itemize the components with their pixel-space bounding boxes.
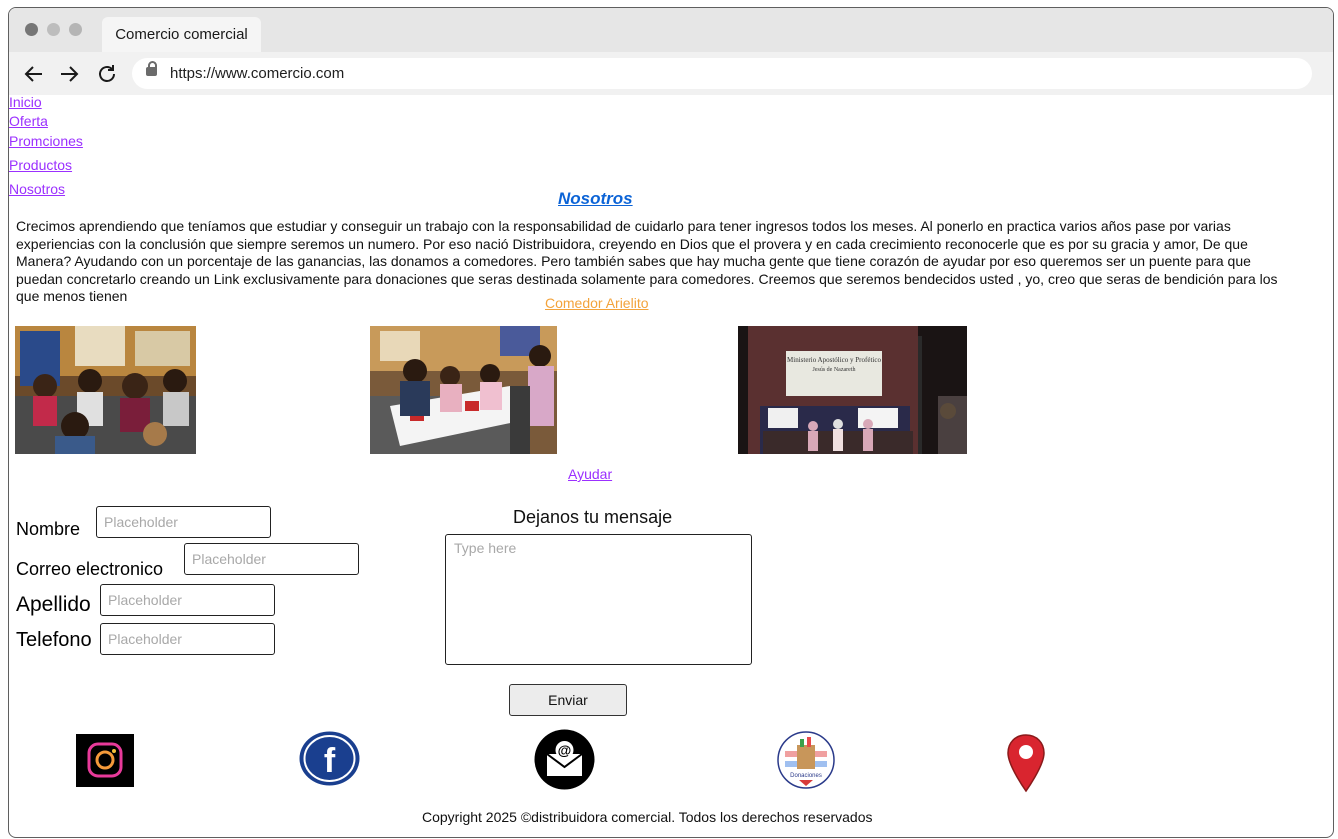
donaciones-text: Donaciones: [790, 773, 822, 779]
section-title: Nosotros: [558, 189, 633, 208]
church-sign-text: Ministerio Apostólico y Profético: [787, 356, 881, 364]
location-icon[interactable]: [1006, 733, 1046, 798]
svg-text:f: f: [324, 742, 336, 780]
menu-item-nosotros[interactable]: Nosotros: [9, 181, 65, 197]
svg-text:@: @: [558, 742, 572, 758]
facebook-icon[interactable]: f: [298, 730, 361, 792]
children-eating-photo: [15, 326, 196, 454]
about-paragraph: Crecimos aprendiendo que teníamos que es…: [16, 218, 1278, 305]
nombre-label: Nombre: [16, 519, 81, 539]
email-icon[interactable]: @: [534, 729, 595, 795]
telefono-input[interactable]: [100, 623, 275, 655]
apellido-input[interactable]: [100, 584, 275, 616]
back-arrow-icon[interactable]: [22, 62, 46, 86]
minimize-window-dot[interactable]: [47, 23, 60, 36]
tab-bar: Comercio comercial: [9, 8, 1333, 52]
maximize-window-dot[interactable]: [69, 23, 82, 36]
footer-copyright: Copyright 2025 ©distribuidora comercial.…: [422, 809, 873, 825]
send-button[interactable]: Enviar: [509, 684, 627, 716]
address-bar-row: https://www.comercio.com: [9, 52, 1333, 95]
lock-icon: [146, 61, 157, 76]
forward-arrow-icon[interactable]: [57, 62, 81, 86]
help-link[interactable]: Ayudar: [568, 466, 612, 482]
menu-item-oferta[interactable]: Oferta: [9, 113, 48, 129]
correo-label: Correo electronico: [16, 559, 164, 579]
instagram-icon[interactable]: [76, 734, 134, 792]
apellido-label: Apellido: [16, 593, 91, 616]
comedor-link[interactable]: Comedor Arielito: [545, 295, 649, 311]
telefono-label: Telefono: [16, 629, 92, 651]
message-title: Dejanos tu mensaje: [513, 507, 673, 527]
church-building-night-photo: Ministerio Apostólico y Profético Jesús …: [738, 326, 967, 454]
correo-input[interactable]: [184, 543, 359, 575]
browser-window: Comercio comercial https://www.comercio.…: [8, 7, 1334, 838]
svg-text:Jesús de Nazareth: Jesús de Nazareth: [813, 367, 856, 373]
url-field[interactable]: https://www.comercio.com: [132, 58, 1312, 89]
close-window-dot[interactable]: [25, 23, 38, 36]
donaciones-icon[interactable]: Donaciones: [777, 731, 835, 794]
children-drawing-photo: [370, 326, 557, 454]
menu-item-inicio[interactable]: Inicio: [9, 94, 42, 110]
message-textarea[interactable]: [445, 534, 752, 665]
url-text: https://www.comercio.com: [170, 65, 345, 82]
menu-item-productos[interactable]: Productos: [9, 157, 72, 173]
page-content: Inicio Oferta Promciones Productos Nosot…: [9, 94, 1333, 837]
reload-icon[interactable]: [95, 62, 119, 86]
nombre-input[interactable]: [96, 506, 271, 538]
menu-item-promciones[interactable]: Promciones: [9, 133, 83, 149]
browser-tab[interactable]: Comercio comercial: [102, 17, 261, 52]
